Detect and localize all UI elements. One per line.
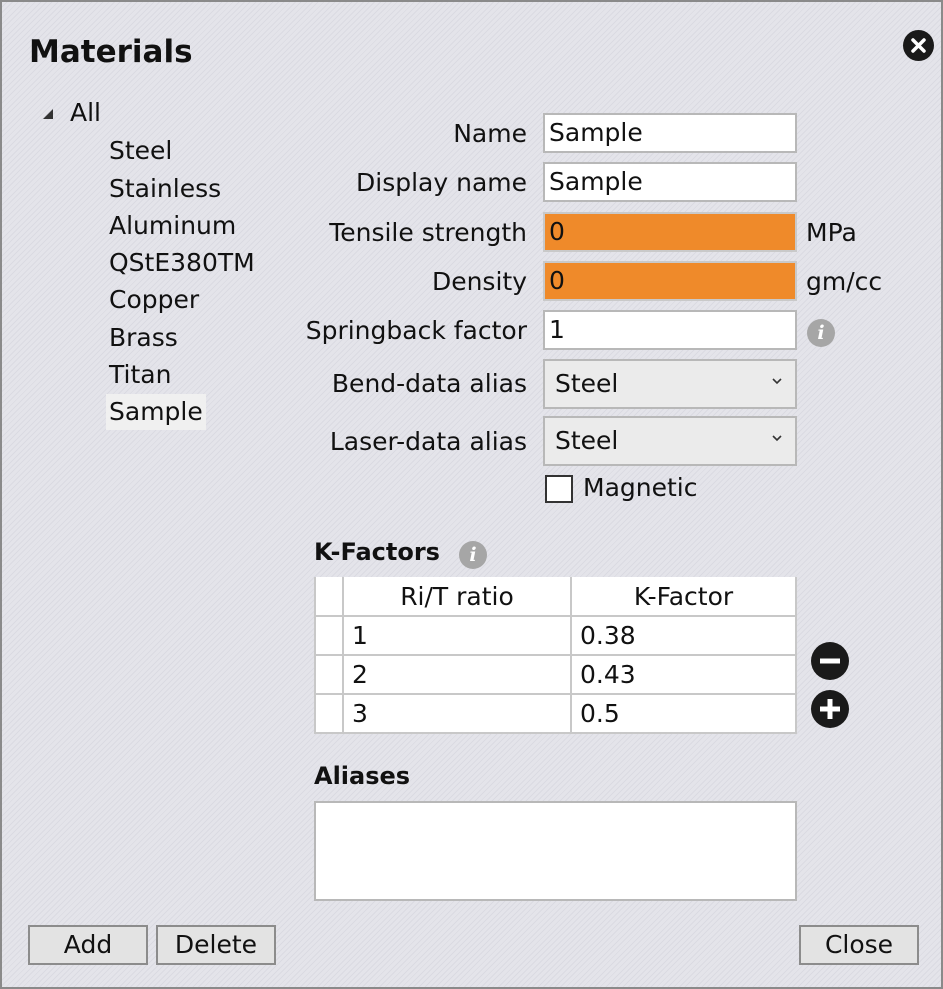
- ratio-cell[interactable]: 1: [342, 615, 572, 656]
- bend-alias-select[interactable]: Steel: [543, 359, 797, 409]
- tree-item-qste380tm[interactable]: QStE380TM: [106, 245, 258, 281]
- kfactors-heading: K-Factors: [314, 538, 440, 566]
- table-row[interactable]: 2 0.43: [314, 654, 797, 695]
- kfactors-info-icon[interactable]: i: [459, 541, 487, 569]
- delete-button[interactable]: Delete: [156, 925, 276, 965]
- laser-alias-label: Laser-data alias: [329, 427, 527, 456]
- row-header[interactable]: [314, 615, 344, 656]
- springback-label: Springback factor: [305, 316, 527, 345]
- kfactor-cell[interactable]: 0.43: [570, 654, 797, 695]
- tree-item-sample[interactable]: Sample: [106, 394, 206, 430]
- close-button[interactable]: Close: [799, 925, 919, 965]
- laser-alias-select[interactable]: Steel: [543, 416, 797, 466]
- aliases-textarea[interactable]: [314, 801, 797, 901]
- dialog-title: Materials: [29, 34, 193, 70]
- chevron-down-icon: [772, 378, 782, 385]
- name-field[interactable]: Sample: [543, 113, 797, 153]
- display-name-label: Display name: [356, 168, 527, 197]
- laser-alias-value: Steel: [555, 426, 619, 455]
- add-button[interactable]: Add: [28, 925, 148, 965]
- close-icon[interactable]: [903, 30, 934, 61]
- add-row-button[interactable]: [811, 690, 849, 728]
- magnetic-checkbox[interactable]: [545, 475, 573, 503]
- chevron-down-icon: [772, 435, 782, 442]
- materials-dialog: Materials All Steel Stainless Aluminum Q…: [0, 0, 943, 989]
- kfactor-cell[interactable]: 0.5: [570, 693, 797, 734]
- bend-alias-label: Bend-data alias: [331, 369, 527, 398]
- density-label: Density: [431, 267, 527, 296]
- display-name-field[interactable]: Sample: [543, 162, 797, 202]
- bend-alias-value: Steel: [555, 369, 619, 398]
- tree-item-stainless[interactable]: Stainless: [106, 171, 224, 207]
- name-label: Name: [453, 119, 527, 148]
- remove-row-button[interactable]: [811, 642, 849, 680]
- kfactors-table: Ri/T ratio K-Factor 1 0.38 2 0.43 3 0.5: [314, 577, 797, 734]
- ratio-cell[interactable]: 3: [342, 693, 572, 734]
- tree-item-brass[interactable]: Brass: [106, 320, 181, 356]
- ratio-cell[interactable]: 2: [342, 654, 572, 695]
- tensile-strength-label: Tensile strength: [329, 218, 527, 247]
- magnetic-label[interactable]: Magnetic: [583, 473, 697, 502]
- springback-field[interactable]: 1: [543, 310, 797, 350]
- aliases-heading: Aliases: [314, 762, 411, 790]
- tensile-unit: MPa: [806, 218, 857, 247]
- minus-circle-icon: [820, 658, 840, 664]
- tree-root-label: All: [70, 98, 101, 127]
- tensile-strength-field[interactable]: 0: [543, 212, 797, 252]
- column-header-kfactor[interactable]: K-Factor: [570, 577, 797, 617]
- row-header-corner: [314, 577, 344, 617]
- kfactor-cell[interactable]: 0.38: [570, 615, 797, 656]
- tree-item-aluminum[interactable]: Aluminum: [106, 208, 239, 244]
- row-header[interactable]: [314, 654, 344, 695]
- row-header[interactable]: [314, 693, 344, 734]
- plus-circle-icon: [820, 699, 840, 719]
- tree-item-titan[interactable]: Titan: [106, 357, 174, 393]
- expand-triangle-icon[interactable]: [42, 108, 54, 120]
- table-row[interactable]: 3 0.5: [314, 693, 797, 734]
- column-header-ratio[interactable]: Ri/T ratio: [342, 577, 572, 617]
- tree-item-copper[interactable]: Copper: [106, 282, 202, 318]
- table-row[interactable]: 1 0.38: [314, 615, 797, 656]
- tree-item-steel[interactable]: Steel: [106, 133, 175, 169]
- springback-info-icon[interactable]: i: [807, 319, 835, 347]
- density-field[interactable]: 0: [543, 261, 797, 301]
- density-unit: gm/cc: [806, 267, 883, 296]
